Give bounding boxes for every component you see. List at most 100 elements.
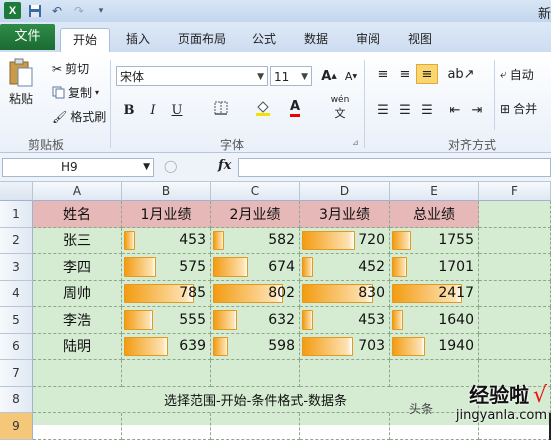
formula-bar-handle-icon[interactable]: ◯ [164, 159, 177, 173]
copy-button[interactable]: 复制 ▾ [52, 84, 99, 101]
align-top-button[interactable]: ≡ [372, 64, 394, 84]
cut-button[interactable]: ✂ 剪切 [52, 60, 89, 77]
format-painter-button[interactable]: 🖌 格式刷 [52, 108, 106, 125]
font-size-select[interactable]: 11 ▼ [270, 66, 312, 86]
table-header-cell[interactable]: 总业绩 [390, 201, 479, 228]
value-cell[interactable]: 452 [300, 254, 390, 281]
paste-button[interactable]: 粘贴 [8, 58, 34, 107]
empty-cell[interactable] [479, 333, 551, 360]
row-header-7[interactable]: 7 [0, 360, 33, 387]
empty-cell[interactable] [211, 360, 300, 387]
value-cell[interactable]: 720 [300, 227, 390, 254]
row-header-1[interactable]: 1 [0, 201, 33, 228]
font-color-button[interactable]: A [284, 98, 306, 118]
fill-color-button[interactable] [252, 100, 274, 120]
value-cell[interactable]: 703 [300, 333, 390, 360]
grow-font-button[interactable]: A ▲ [318, 66, 340, 86]
table-header-cell[interactable]: 3月业绩 [300, 201, 390, 228]
row-header-6[interactable]: 6 [0, 333, 33, 360]
tab-data[interactable]: 数据 [298, 28, 334, 52]
value-cell[interactable]: 639 [122, 333, 211, 360]
table-header-cell[interactable]: 1月业绩 [122, 201, 211, 228]
save-icon[interactable] [27, 3, 43, 19]
row-header-8[interactable]: 8 [0, 386, 33, 413]
tab-page-layout[interactable]: 页面布局 [172, 28, 232, 52]
value-cell[interactable]: 632 [211, 307, 300, 334]
empty-cell[interactable] [122, 360, 211, 387]
empty-cell[interactable] [479, 307, 551, 334]
shrink-font-button[interactable]: A ▼ [340, 66, 362, 86]
value-cell[interactable]: 830 [300, 280, 390, 307]
empty-cell[interactable] [300, 413, 390, 440]
undo-icon[interactable]: ↶ [49, 3, 65, 19]
align-middle-button[interactable]: ≡ [394, 64, 416, 84]
empty-cell[interactable] [33, 360, 122, 387]
align-right-button[interactable]: ☰ [416, 100, 438, 120]
dialog-launcher-icon[interactable]: ⊿ [352, 138, 359, 147]
tab-review[interactable]: 审阅 [350, 28, 386, 52]
value-cell[interactable]: 2417 [390, 280, 479, 307]
tab-file[interactable]: 文件 [0, 24, 55, 50]
formula-input[interactable] [238, 158, 551, 177]
value-cell[interactable]: 453 [122, 227, 211, 254]
empty-cell[interactable] [479, 254, 551, 281]
empty-cell[interactable] [211, 413, 300, 440]
name-box[interactable]: H9 ▼ [2, 158, 154, 177]
tab-home[interactable]: 开始 [60, 28, 110, 53]
select-all-corner[interactable] [0, 182, 33, 201]
value-cell[interactable]: 1755 [390, 227, 479, 254]
tab-insert[interactable]: 插入 [118, 28, 158, 52]
tab-view[interactable]: 视图 [402, 28, 438, 52]
empty-cell[interactable] [300, 360, 390, 387]
column-header-b[interactable]: B [122, 182, 211, 201]
empty-cell[interactable] [33, 413, 122, 440]
redo-icon[interactable]: ↷ [71, 3, 87, 19]
value-cell[interactable]: 1701 [390, 254, 479, 281]
value-cell[interactable]: 1640 [390, 307, 479, 334]
value-cell[interactable]: 802 [211, 280, 300, 307]
row-header-4[interactable]: 4 [0, 280, 33, 307]
font-name-select[interactable]: 宋体 ▼ [116, 66, 268, 86]
customize-icon[interactable]: ▾ [93, 3, 109, 19]
table-header-cell[interactable]: 姓名 [33, 201, 122, 228]
insert-function-button[interactable]: fx [218, 158, 231, 173]
underline-button[interactable]: U [166, 100, 188, 120]
value-cell[interactable]: 1940 [390, 333, 479, 360]
row-header-5[interactable]: 5 [0, 307, 33, 334]
value-cell[interactable]: 785 [122, 280, 211, 307]
name-cell[interactable]: 李浩 [33, 307, 122, 334]
column-header-e[interactable]: E [390, 182, 479, 201]
row-header-2[interactable]: 2 [0, 227, 33, 254]
column-header-a[interactable]: A [33, 182, 122, 201]
phonetic-button[interactable]: wén 文 [326, 95, 354, 120]
empty-cell[interactable] [122, 413, 211, 440]
increase-indent-button[interactable]: ⇥ [466, 100, 488, 120]
column-header-f[interactable]: F [479, 182, 551, 201]
row-header-9[interactable]: 9 [0, 413, 33, 440]
value-cell[interactable]: 453 [300, 307, 390, 334]
name-cell[interactable]: 张三 [33, 227, 122, 254]
merge-center-button[interactable]: ⊞ 合并 [500, 100, 537, 117]
wrap-text-button[interactable]: ⤶ 自动 [500, 66, 534, 83]
orientation-button[interactable]: ab↗ [447, 64, 474, 84]
table-header-cell[interactable]: 2月业绩 [211, 201, 300, 228]
column-header-d[interactable]: D [300, 182, 390, 201]
italic-button[interactable]: I [142, 100, 164, 120]
value-cell[interactable]: 674 [211, 254, 300, 281]
bold-button[interactable]: B [118, 100, 140, 120]
value-cell[interactable]: 555 [122, 307, 211, 334]
name-cell[interactable]: 陆明 [33, 333, 122, 360]
align-center-button[interactable]: ☰ [394, 100, 416, 120]
empty-cell[interactable] [479, 201, 551, 228]
name-cell[interactable]: 周帅 [33, 280, 122, 307]
column-header-c[interactable]: C [211, 182, 300, 201]
align-left-button[interactable]: ☰ [372, 100, 394, 120]
empty-cell[interactable] [479, 227, 551, 254]
tab-formulas[interactable]: 公式 [246, 28, 282, 52]
empty-cell[interactable] [479, 280, 551, 307]
value-cell[interactable]: 575 [122, 254, 211, 281]
row-header-3[interactable]: 3 [0, 254, 33, 281]
align-bottom-button[interactable]: ≡ [416, 64, 438, 84]
value-cell[interactable]: 582 [211, 227, 300, 254]
decrease-indent-button[interactable]: ⇤ [444, 100, 466, 120]
